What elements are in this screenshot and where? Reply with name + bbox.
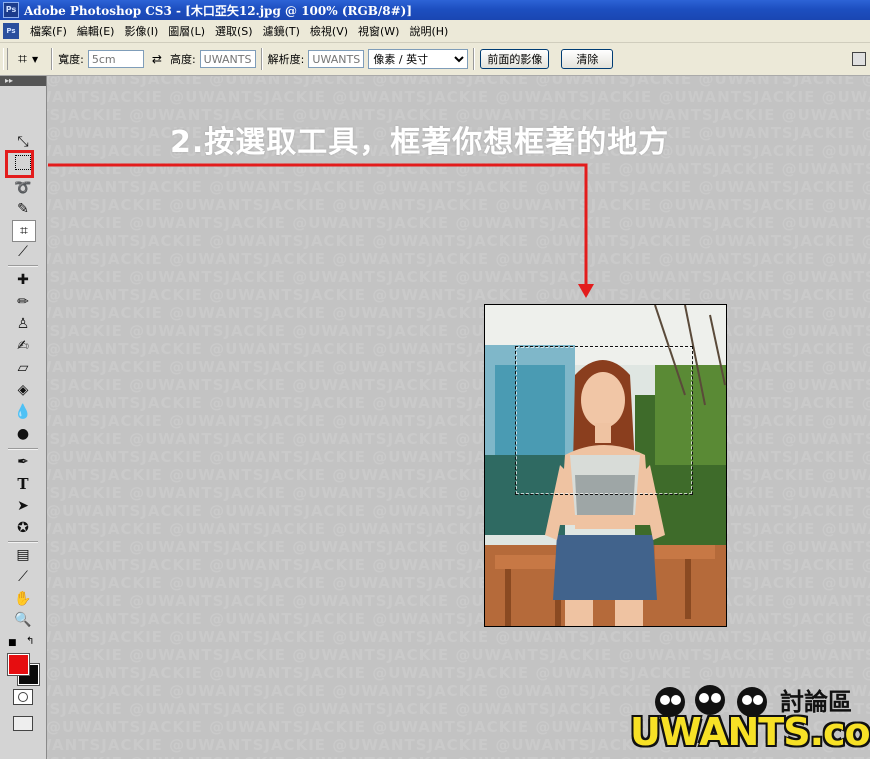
tool-separator <box>8 448 38 450</box>
watermark-row: @UWANTSJACKIE @UWANTSJACKIE @UWANTSJACKI… <box>46 196 870 214</box>
foreground-color-swatch[interactable] <box>7 653 30 676</box>
photoshop-app-icon[interactable]: Ps <box>3 2 19 18</box>
logo-wordmark: UWANTS.com <box>630 710 870 754</box>
width-label: 寬度: <box>58 53 84 66</box>
front-image-button[interactable]: 前面的影像 <box>480 49 550 69</box>
slice-tool-icon[interactable]: ⟋ <box>12 242 34 262</box>
menu-window[interactable]: 視窗(W) <box>353 23 404 39</box>
clear-button[interactable]: 清除 <box>561 49 614 69</box>
watermark-row: @UWANTSJACKIE @UWANTSJACKIE @UWANTSJACKI… <box>46 394 870 412</box>
width-input[interactable] <box>87 50 144 68</box>
watermark-row: @UWANTSJACKIE @UWANTSJACKIE @UWANTSJACKI… <box>46 628 870 646</box>
marquee-tool-highlight <box>5 150 34 178</box>
zoom-tool-icon[interactable]: 🔍 <box>12 610 34 630</box>
palette-well-button[interactable] <box>852 52 866 66</box>
healing-brush-tool-icon[interactable]: ✚ <box>12 270 34 290</box>
resolution-unit-select[interactable]: 像素 / 英寸 <box>368 49 469 69</box>
crop-tool-icon[interactable]: ⌗ <box>12 220 36 242</box>
menu-image[interactable]: 影像(I) <box>119 23 163 39</box>
watermark-row: @UWANTSJACKIE @UWANTSJACKIE @UWANTSJACKI… <box>46 268 870 286</box>
menu-file[interactable]: 檔案(F) <box>25 23 72 39</box>
type-tool-icon[interactable]: T <box>12 474 34 494</box>
swap-dimensions-icon[interactable]: ⇄ <box>152 52 162 66</box>
separator <box>260 48 263 70</box>
height-label: 高度: <box>169 53 196 66</box>
options-bar-grip[interactable] <box>3 48 8 70</box>
resolution-label: 解析度: <box>267 53 305 66</box>
menu-edit[interactable]: 編輯(E) <box>72 23 120 39</box>
window-title: Adobe Photoshop CS3 - [木口亞矢12.jpg @ 100%… <box>24 3 413 18</box>
watermark-row: @UWANTSJACKIE @UWANTSJACKIE @UWANTSJACKI… <box>46 160 870 178</box>
options-bar: ⌗ ▼ 寬度: ⇄ 高度: 解析度: 像素 / 英寸 前面的影像 清除 <box>0 43 870 76</box>
clone-stamp-tool-icon[interactable]: ♙ <box>12 314 34 334</box>
blur-tool-icon[interactable]: 💧 <box>12 402 34 422</box>
document-workspace[interactable]: @UWANTSJACKIE @UWANTSJACKIE @UWANTSJACKI… <box>46 76 870 759</box>
magic-wand-tool-icon[interactable]: ✎ <box>12 199 34 219</box>
watermark-row: @UWANTSJACKIE @UWANTSJACKIE @UWANTSJACKI… <box>46 502 870 520</box>
document-menu-icon[interactable]: Ps <box>3 23 19 39</box>
pen-tool-icon[interactable]: ✒ <box>12 452 34 472</box>
dodge-tool-icon[interactable]: ● <box>12 424 34 444</box>
chevron-down-icon: ▼ <box>32 54 39 64</box>
notes-tool-icon[interactable]: ▤ <box>12 545 34 565</box>
menu-filter[interactable]: 濾鏡(T) <box>258 23 305 39</box>
menu-view[interactable]: 檢視(V) <box>305 23 353 39</box>
watermark-row: @UWANTSJACKIE @UWANTSJACKIE @UWANTSJACKI… <box>46 178 870 196</box>
watermark-row: @UWANTSJACKIE @UWANTSJACKIE @UWANTSJACKI… <box>46 214 870 232</box>
lasso-tool-icon[interactable]: ➰ <box>12 178 34 198</box>
path-selection-tool-icon[interactable]: ➤ <box>12 496 34 516</box>
watermark-row: @UWANTSJACKIE @UWANTSJACKIE @UWANTSJACKI… <box>46 250 870 268</box>
menu-layer[interactable]: 圖層(L) <box>163 23 210 39</box>
height-input[interactable] <box>199 50 256 68</box>
watermark-row: @UWANTSJACKIE @UWANTSJACKIE @UWANTSJACKI… <box>46 610 870 628</box>
instruction-annotation: 2.按選取工具，框著你想框著的地方 <box>170 125 670 160</box>
paint-bucket-tool-icon[interactable]: ◈ <box>12 380 34 400</box>
separator <box>51 48 54 70</box>
watermark-row: @UWANTSJACKIE @UWANTSJACKIE @UWANTSJACKI… <box>46 232 870 250</box>
hand-tool-icon[interactable]: ✋ <box>12 589 34 609</box>
toolbox-collapse-handle[interactable]: ▸▸ <box>0 76 46 86</box>
watermark-row: @UWANTSJACKIE @UWANTSJACKIE @UWANTSJACKI… <box>46 646 870 664</box>
quick-mask-icon[interactable] <box>13 689 33 705</box>
uwants-logo: 討論區 UWANTS.com <box>630 680 870 755</box>
swap-colors-icon[interactable]: ↰ <box>26 636 34 647</box>
watermark-row: @UWANTSJACKIE @UWANTSJACKIE @UWANTSJACKI… <box>46 88 870 106</box>
custom-shape-tool-icon[interactable]: ✪ <box>12 518 34 538</box>
tool-separator <box>8 541 38 543</box>
watermark-row: @UWANTSJACKIE @UWANTSJACKIE @UWANTSJACKI… <box>46 448 870 466</box>
move-tool-icon[interactable]: ⤡ <box>12 132 34 152</box>
separator <box>473 48 476 70</box>
tool-separator <box>8 265 38 267</box>
marquee-selection[interactable] <box>515 346 693 495</box>
watermark-row: @UWANTSJACKIE @UWANTSJACKIE @UWANTSJACKI… <box>46 286 870 304</box>
watermark-row: @UWANTSJACKIE @UWANTSJACKIE @UWANTSJACKI… <box>46 340 870 358</box>
default-colors-icon[interactable]: ■ <box>8 638 17 648</box>
menu-select[interactable]: 選取(S) <box>210 23 258 39</box>
menu-bar: Ps 檔案(F) 編輯(E) 影像(I) 圖層(L) 選取(S) 濾鏡(T) 檢… <box>0 20 870 43</box>
tool-preset-picker[interactable]: ⌗ ▼ <box>18 49 38 69</box>
screen-mode-icon[interactable] <box>13 716 33 731</box>
menu-help[interactable]: 說明(H) <box>404 23 453 39</box>
brush-tool-icon[interactable]: ✏ <box>12 292 34 312</box>
watermark-row: @UWANTSJACKIE @UWANTSJACKIE @UWANTSJACKI… <box>46 76 870 88</box>
history-brush-tool-icon[interactable]: ✍ <box>12 336 34 356</box>
eraser-tool-icon[interactable]: ▱ <box>12 358 34 378</box>
title-bar: Ps Adobe Photoshop CS3 - [木口亞矢12.jpg @ 1… <box>0 0 870 20</box>
crop-icon: ⌗ <box>18 49 28 68</box>
eyedropper-tool-icon[interactable]: ⟋ <box>12 567 34 587</box>
resolution-input[interactable] <box>308 50 365 68</box>
watermark-row: @UWANTSJACKIE @UWANTSJACKIE @UWANTSJACKI… <box>46 556 870 574</box>
